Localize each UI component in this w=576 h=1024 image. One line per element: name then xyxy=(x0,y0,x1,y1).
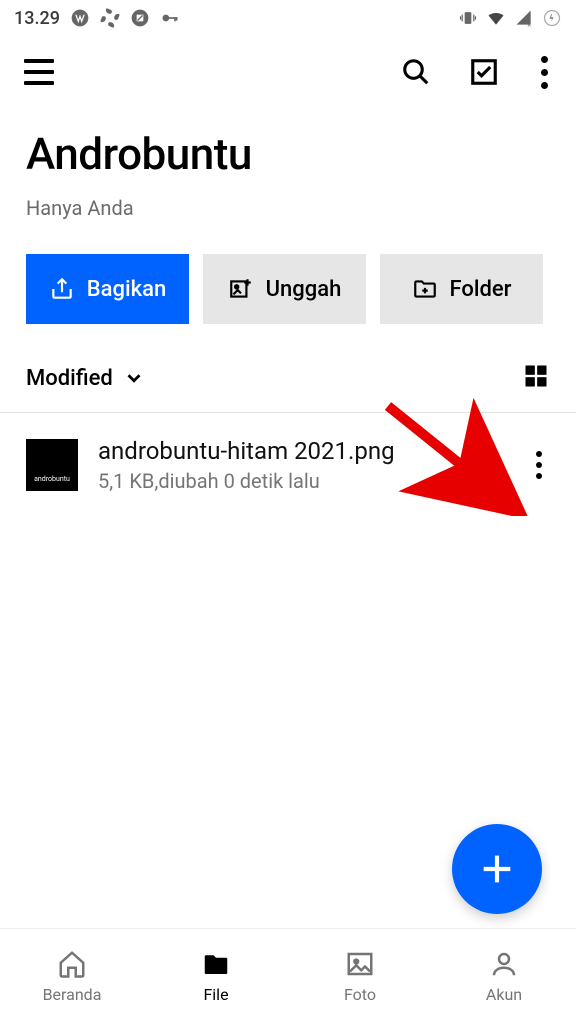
nav-file-label: File xyxy=(203,985,228,1004)
page-subtitle: Hanya Anda xyxy=(26,196,550,220)
upload-label: Unggah xyxy=(266,277,342,302)
sort-label: Modified xyxy=(26,366,113,391)
nav-file[interactable]: File xyxy=(144,929,288,1024)
page-header: Androbuntu Hanya Anda xyxy=(0,108,576,230)
nav-home[interactable]: Beranda xyxy=(0,929,144,1024)
share-label: Bagikan xyxy=(87,277,166,302)
grid-icon xyxy=(522,362,550,390)
file-list: androbuntu androbuntu-hitam 2021.png 5,1… xyxy=(0,413,576,517)
select-button[interactable] xyxy=(469,57,499,87)
vibrate-icon xyxy=(458,8,478,28)
pinwheel-icon xyxy=(100,8,120,28)
app-icon xyxy=(130,8,150,28)
file-name: androbuntu-hitam 2021.png xyxy=(98,437,508,465)
status-time: 13.29 xyxy=(14,8,60,29)
plus-icon xyxy=(477,849,517,889)
file-item[interactable]: androbuntu androbuntu-hitam 2021.png 5,1… xyxy=(0,413,576,517)
file-thumbnail: androbuntu xyxy=(26,439,78,491)
add-fab[interactable] xyxy=(452,824,542,914)
more-options-button[interactable] xyxy=(537,52,552,93)
menu-button[interactable] xyxy=(24,59,54,85)
nav-account[interactable]: Akun xyxy=(432,929,576,1024)
app-toolbar xyxy=(0,36,576,108)
key-icon xyxy=(160,8,180,28)
share-button[interactable]: Bagikan xyxy=(26,254,189,324)
action-row: Bagikan Unggah Folder xyxy=(0,230,576,324)
upload-button[interactable]: Unggah xyxy=(203,254,366,324)
signal-icon: x xyxy=(514,8,534,28)
battery-icon xyxy=(542,8,562,28)
sort-row: Modified xyxy=(0,324,576,413)
nav-home-label: Beranda xyxy=(43,985,102,1004)
photo-icon xyxy=(345,949,375,979)
file-meta: 5,1 KB,diubah 0 detik lalu xyxy=(98,469,508,493)
grid-view-button[interactable] xyxy=(522,362,550,394)
nav-photo-label: Foto xyxy=(344,985,376,1004)
bottom-nav: Beranda File Foto Akun xyxy=(0,928,576,1024)
wifi-icon xyxy=(486,8,506,28)
svg-text:x: x xyxy=(527,19,531,28)
page-title: Androbuntu xyxy=(26,128,550,180)
search-button[interactable] xyxy=(401,57,431,87)
nav-account-label: Akun xyxy=(486,985,522,1004)
file-more-button[interactable] xyxy=(528,443,550,487)
sort-button[interactable]: Modified xyxy=(26,366,145,391)
folder-icon xyxy=(201,949,231,979)
chevron-down-icon xyxy=(123,367,145,389)
home-icon xyxy=(57,949,87,979)
nav-photo[interactable]: Foto xyxy=(288,929,432,1024)
status-bar: 13.29 x xyxy=(0,0,576,36)
wordpress-icon xyxy=(70,8,90,28)
folder-label: Folder xyxy=(450,277,512,302)
folder-button[interactable]: Folder xyxy=(380,254,543,324)
account-icon xyxy=(489,949,519,979)
